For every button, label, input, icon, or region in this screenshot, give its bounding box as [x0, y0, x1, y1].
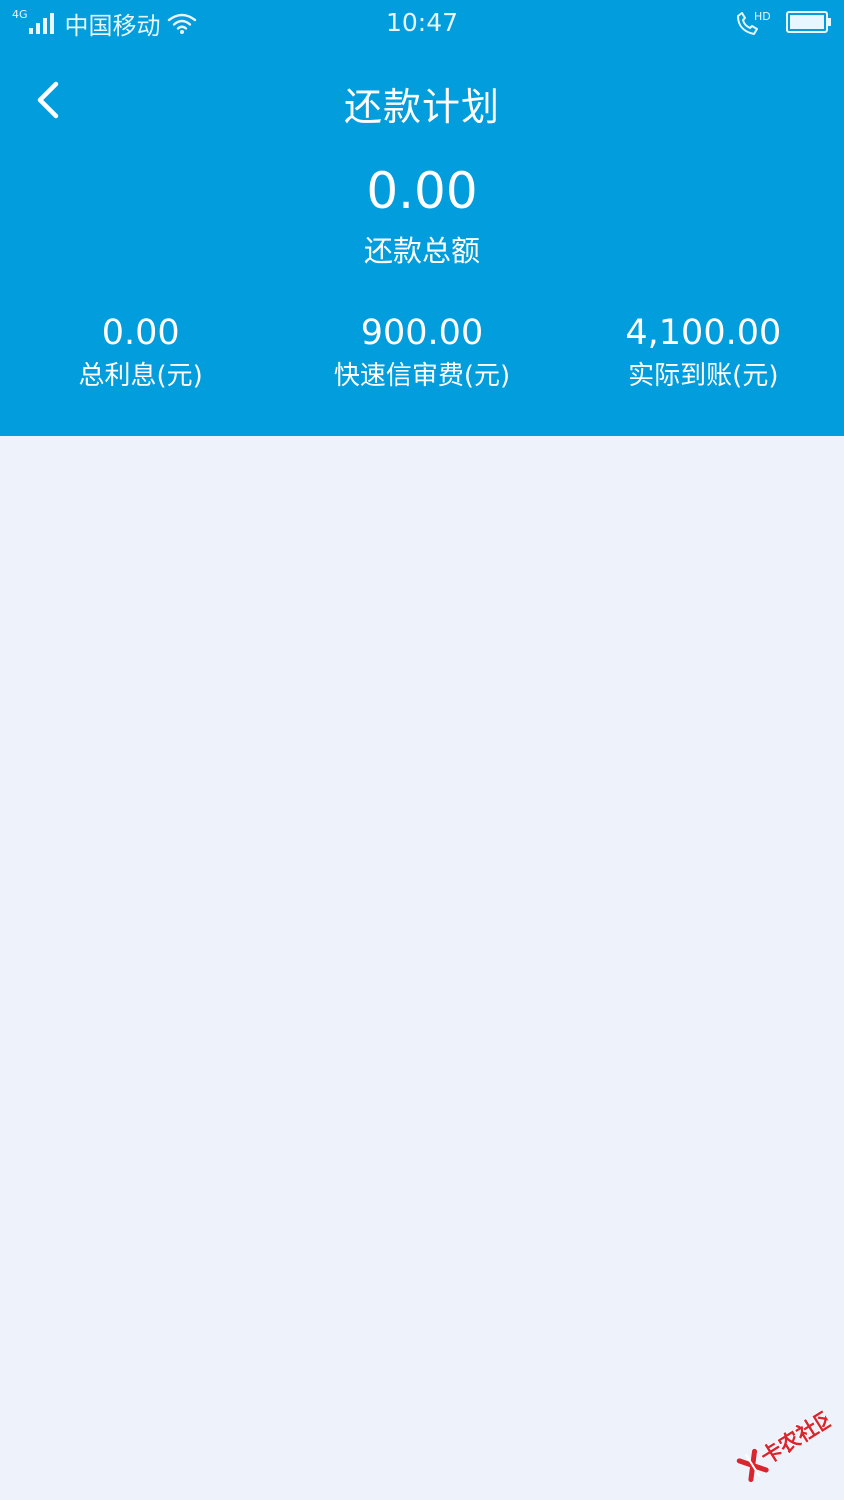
watermark-text: 卡农社区 [756, 1404, 841, 1470]
stats-row: 0.00 总利息(元) 900.00 快速信审费(元) 4,100.00 实际到… [0, 310, 844, 410]
battery-icon [786, 11, 831, 33]
stat-total-interest: 0.00 总利息(元) [0, 310, 281, 410]
status-time: 10:47 [385, 8, 459, 37]
status-right: HD [734, 8, 832, 36]
stat-value: 0.00 [101, 313, 180, 353]
stat-actual-received: 4,100.00 实际到账(元) [563, 310, 844, 410]
total-repayment-label: 还款总额 [363, 234, 480, 268]
total-repayment-amount: 0.00 [366, 162, 478, 220]
stat-label: 总利息(元) [78, 361, 203, 391]
watermark: 卡农社区 [725, 1391, 844, 1500]
page-title: 还款计划 [343, 85, 500, 129]
stat-value: 900.00 [360, 313, 484, 353]
summary-header: 4G 中国移动 10:47 HD 还款计划 0.00 还款总额 0.00 总利息… [0, 0, 844, 436]
stat-label: 实际到账(元) [628, 361, 779, 391]
hd-label: HD [754, 10, 770, 23]
stat-value: 4,100.00 [625, 313, 782, 353]
svg-text:卡农社区: 卡农社区 [757, 1404, 841, 1469]
stat-review-fee: 900.00 快速信审费(元) [281, 310, 562, 410]
status-bar: 4G 中国移动 10:47 HD [0, 0, 844, 46]
hd-call-icon: HD [737, 10, 770, 35]
stat-label: 快速信审费(元) [333, 361, 511, 391]
repayment-plan-screen: 4G 中国移动 10:47 HD 还款计划 0.00 还款总额 0.00 总利息… [0, 0, 844, 1500]
